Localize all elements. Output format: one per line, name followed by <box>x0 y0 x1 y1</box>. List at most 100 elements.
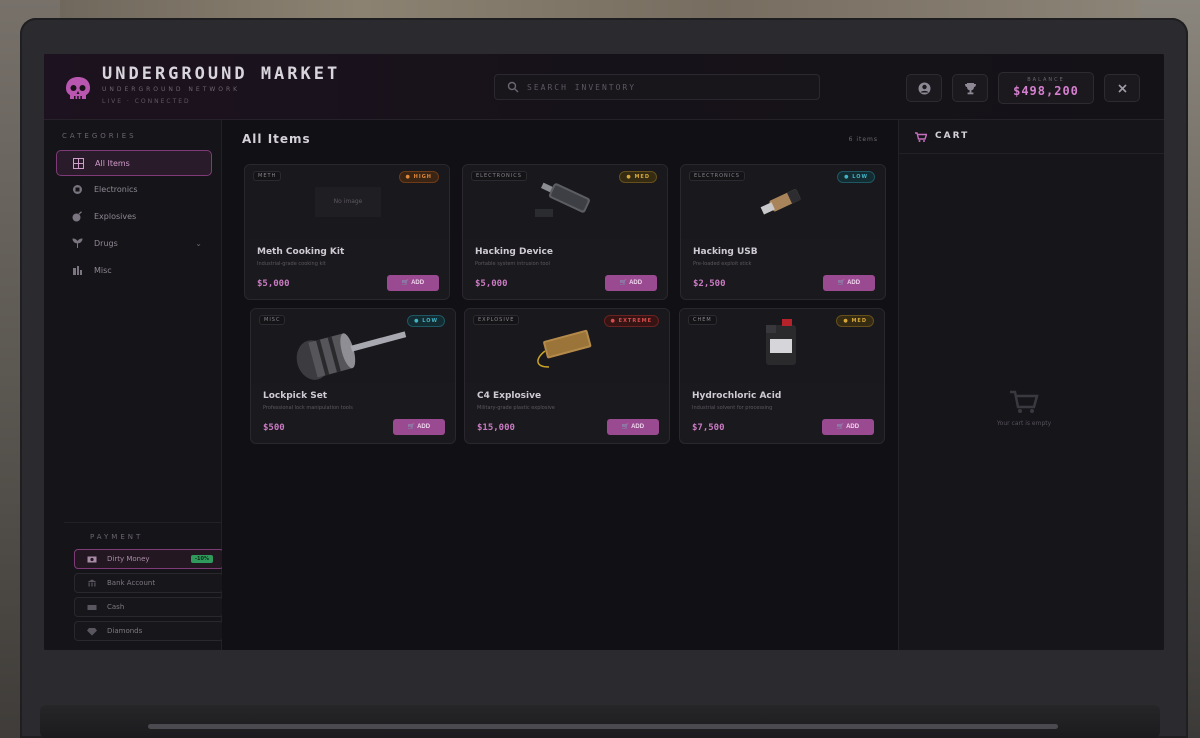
risk-label: MED <box>634 174 650 180</box>
item-price: $5,000 <box>257 279 290 289</box>
grid-icon <box>73 158 84 169</box>
risk-badge: ● HIGH <box>398 171 439 183</box>
add-to-cart-button[interactable]: 🛒 ADD <box>393 419 445 435</box>
category-electronics[interactable]: Electronics <box>56 177 212 203</box>
chip-icon <box>73 185 82 194</box>
empty-cart-message: Your cart is empty <box>996 420 1052 427</box>
category-tag: EXPLOSIVE <box>473 315 520 325</box>
item-card-meth-kit[interactable]: No image METH ● HIGH Meth Cooking Kit In… <box>244 164 450 300</box>
add-to-cart-button[interactable]: 🛒 ADD <box>822 419 874 435</box>
risk-badge: ● LOW <box>837 171 875 183</box>
categories-title: CATEGORIES <box>62 132 137 140</box>
payment-dirty-money[interactable]: Dirty Money -10% <box>74 549 224 569</box>
items-panel: All Items 6 items No image METH ● HIGH M… <box>222 120 898 650</box>
risk-badge: ● EXTREME <box>603 315 659 327</box>
risk-badge: ● LOW <box>407 315 445 327</box>
item-card-lockpick-set[interactable]: MISC ● LOW Lockpick Set Professional loc… <box>250 308 456 444</box>
misc-icon <box>73 266 82 275</box>
close-icon <box>1118 84 1127 93</box>
category-label: Drugs <box>94 239 118 248</box>
item-name: Hydrochloric Acid <box>692 391 782 401</box>
sidebar: CATEGORIES All Items Electronics Explosi… <box>44 120 224 650</box>
laptop-base <box>40 705 1160 738</box>
item-name: Lockpick Set <box>263 391 328 401</box>
balance-display: BALANCE $498,200 <box>998 72 1094 104</box>
risk-badge: ● MED <box>836 315 874 327</box>
item-description: Professional lock manipulation tools <box>263 405 353 411</box>
category-tag: ELECTRONICS <box>689 171 745 181</box>
item-description: Military-grade plastic explosive <box>477 405 555 411</box>
item-price: $500 <box>263 423 285 433</box>
cart-icon: 🛒 <box>401 280 410 287</box>
payment-label: Cash <box>107 603 125 611</box>
balance-label: BALANCE <box>1027 77 1065 83</box>
discount-badge: -10% <box>190 555 213 563</box>
trophy-icon <box>965 83 976 95</box>
risk-label: MED <box>851 318 867 324</box>
item-card-c4-explosive[interactable]: EXPLOSIVE ● EXTREME C4 Explosive Militar… <box>464 308 670 444</box>
skull-icon <box>66 77 90 99</box>
close-button[interactable] <box>1104 74 1140 102</box>
item-name: C4 Explosive <box>477 391 542 401</box>
no-image-placeholder: No image <box>315 187 381 217</box>
item-description: Portable system intrusion tool <box>475 261 550 267</box>
category-all-items[interactable]: All Items <box>56 150 212 176</box>
add-to-cart-button[interactable]: 🛒 ADD <box>605 275 657 291</box>
item-price: $5,000 <box>475 279 508 289</box>
item-card-hacking-usb[interactable]: ELECTRONICS ● LOW Hacking USB Pre-loaded… <box>680 164 886 300</box>
add-label: ADD <box>417 423 431 430</box>
payment-title: PAYMENT <box>90 533 144 541</box>
item-price: $2,500 <box>693 279 726 289</box>
risk-label: EXTREME <box>618 318 652 324</box>
add-to-cart-button[interactable]: 🛒 ADD <box>387 275 439 291</box>
user-icon <box>918 82 931 95</box>
profile-button[interactable] <box>906 74 942 102</box>
category-label: Misc <box>94 266 112 275</box>
app-header: UNDERGROUND MARKET UNDERGROUND NETWORK L… <box>44 54 1164 120</box>
category-tag: METH <box>253 171 282 181</box>
add-label: ADD <box>631 423 645 430</box>
payment-section: PAYMENT Dirty Money -10% Bank Account Ca… <box>64 522 224 650</box>
search-input[interactable] <box>527 78 807 96</box>
payment-bank-account[interactable]: Bank Account <box>74 573 224 593</box>
item-price: $15,000 <box>477 423 515 433</box>
risk-badge: ● MED <box>619 171 657 183</box>
market-app: UNDERGROUND MARKET UNDERGROUND NETWORK L… <box>44 54 1164 650</box>
add-label: ADD <box>846 423 860 430</box>
category-tag: MISC <box>259 315 286 325</box>
category-drugs[interactable]: Drugs ⌄ <box>56 231 212 257</box>
category-explosives[interactable]: Explosives <box>56 204 212 230</box>
category-label: Explosives <box>94 212 137 221</box>
item-name: Hacking Device <box>475 247 553 257</box>
payment-diamonds[interactable]: Diamonds <box>74 621 224 641</box>
chevron-down-icon: ⌄ <box>195 239 202 248</box>
item-card-hydrochloric-acid[interactable]: CHEM ● MED Hydrochloric Acid Industrial … <box>679 308 885 444</box>
category-misc[interactable]: Misc <box>56 258 212 284</box>
laptop-hinge <box>148 724 1058 729</box>
balance-value: $498,200 <box>1013 84 1079 98</box>
search-icon <box>507 81 519 93</box>
item-card-hacking-device[interactable]: ELECTRONICS ● MED Hacking Device Portabl… <box>462 164 668 300</box>
category-tag: CHEM <box>688 315 717 325</box>
add-to-cart-button[interactable]: 🛒 ADD <box>607 419 659 435</box>
diamond-icon <box>87 628 97 636</box>
add-label: ADD <box>629 279 643 286</box>
cart-icon: 🛒 <box>836 424 845 431</box>
bank-icon <box>87 579 97 587</box>
risk-label: HIGH <box>413 174 432 180</box>
search-bar[interactable] <box>494 74 820 100</box>
risk-label: LOW <box>422 318 438 324</box>
payment-label: Diamonds <box>107 627 143 635</box>
add-to-cart-button[interactable]: 🛒 ADD <box>823 275 875 291</box>
risk-label: LOW <box>852 174 868 180</box>
add-label: ADD <box>411 279 425 286</box>
item-name: Hacking USB <box>693 247 758 257</box>
item-description: Industrial solvent for processing <box>692 405 773 411</box>
payment-label: Bank Account <box>107 579 156 587</box>
leaf-icon <box>72 238 83 248</box>
payment-cash[interactable]: Cash <box>74 597 224 617</box>
cart-icon: 🛒 <box>619 280 628 287</box>
empty-cart-icon <box>1010 390 1039 413</box>
leaderboard-button[interactable] <box>952 74 988 102</box>
cart-panel: CART Your cart is empty <box>898 120 1164 650</box>
